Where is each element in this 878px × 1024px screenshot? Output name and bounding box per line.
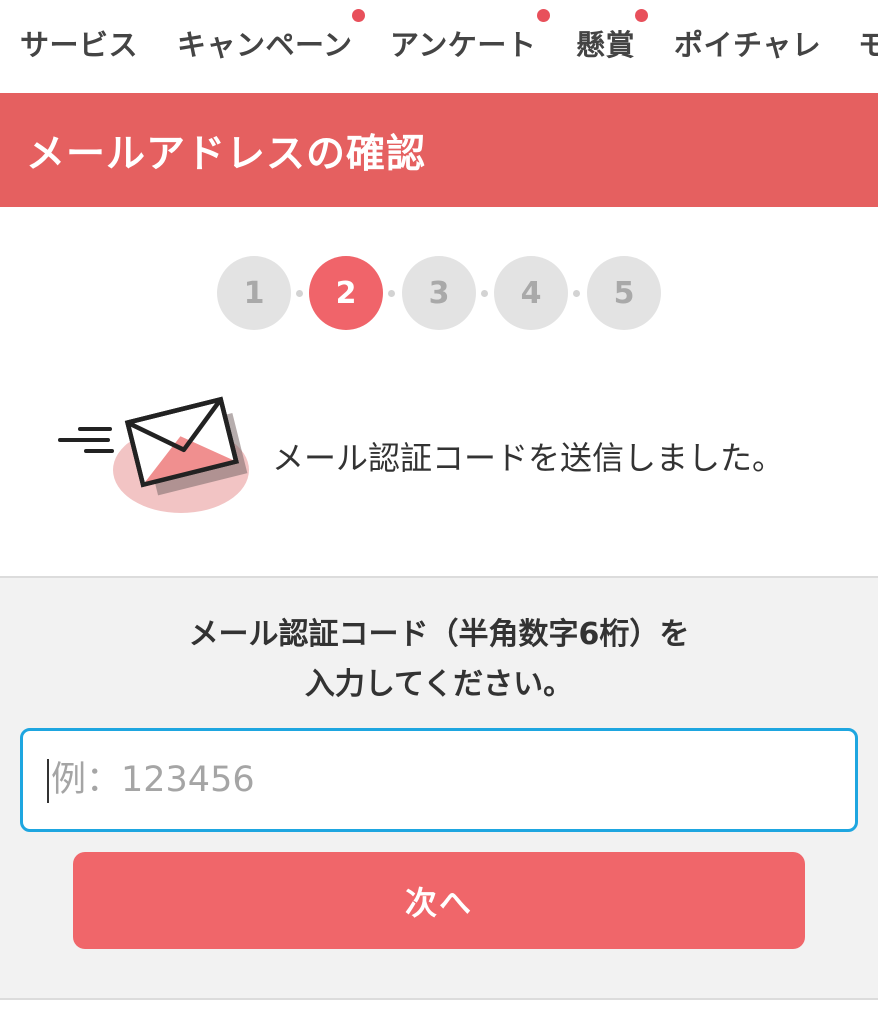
verification-code-input[interactable] [20,728,858,832]
instruction-text: メール認証コード（半角数字6桁）を 入力してください。 [0,610,878,710]
page-title: メールアドレスの確認 [26,132,427,177]
step-separator [481,290,488,297]
instruction-line-1: メール認証コード（半角数字6桁）を [188,617,690,652]
top-nav: サービス キャンペーン アンケート 懸賞 ポイチャレ モ [0,0,878,93]
step-3: 3 [402,256,476,330]
nav-item-prize[interactable]: 懸賞 [576,22,635,64]
notification-dot [537,9,550,22]
step-separator [388,290,395,297]
verification-form: メール認証コード（半角数字6桁）を 入力してください。 次へ [0,576,878,1000]
nav-item-campaign[interactable]: キャンペーン [177,22,353,64]
sent-message: メール認証コードを送信しました。 [272,439,785,477]
mail-sent-icon [58,396,249,513]
notification-dot [635,9,648,22]
step-1: 1 [217,256,291,330]
instruction-line-2: 入力してください。 [304,667,574,702]
nav-item-survey[interactable]: アンケート [390,22,536,64]
nav-item-service[interactable]: サービス [20,22,138,64]
step-separator [573,290,580,297]
text-caret [47,759,49,803]
step-5: 5 [587,256,661,330]
next-button[interactable]: 次へ [73,852,805,949]
step-separator [296,290,303,297]
nav-item-more[interactable]: モ [858,22,878,64]
step-2-current: 2 [309,256,383,330]
nav-item-poichare[interactable]: ポイチャレ [674,22,821,64]
page-header: メールアドレスの確認 [0,93,878,207]
step-indicator: 1 2 3 4 5 [0,256,878,330]
notification-dot [352,9,365,22]
step-4: 4 [494,256,568,330]
